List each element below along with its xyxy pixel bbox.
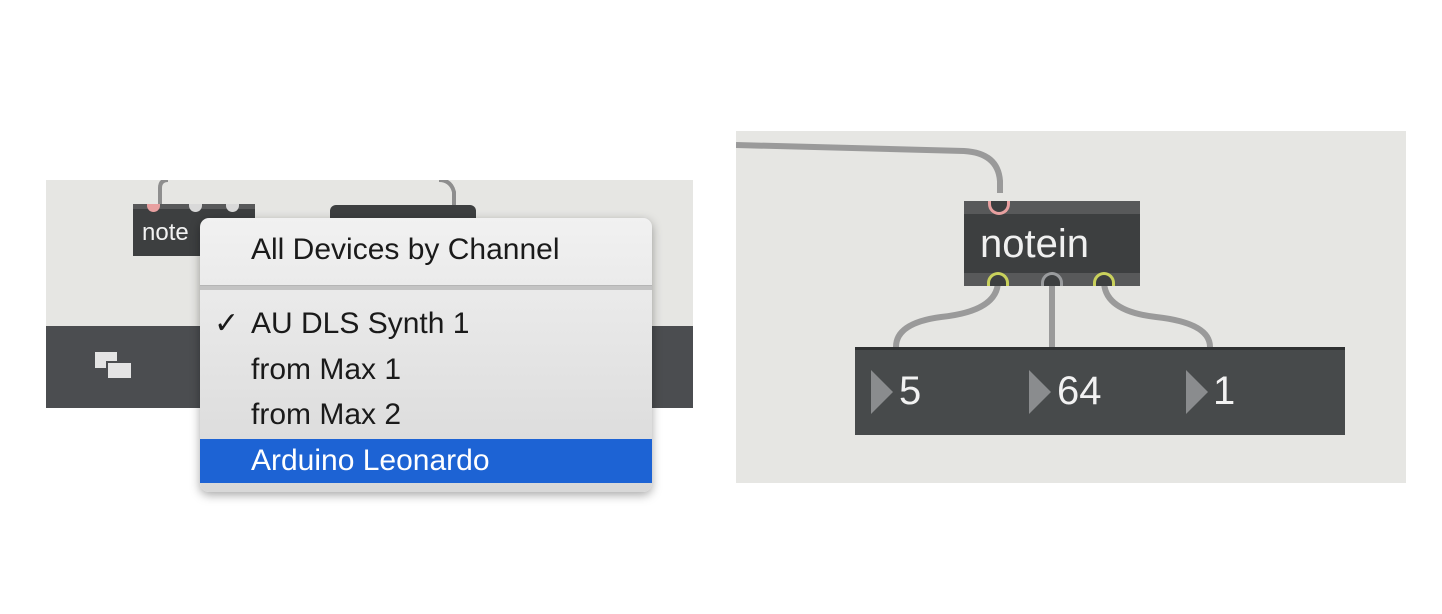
outlet-port-pitch[interactable] [987, 272, 1009, 286]
number-boxes: 5 64 1 [855, 347, 1345, 435]
menu-item-from-max-1[interactable]: from Max 1 [200, 348, 652, 392]
menu-item-label: All Devices by Channel [251, 233, 560, 266]
inlet-port[interactable] [147, 204, 160, 212]
outlet-port-channel[interactable] [1093, 272, 1115, 286]
outlet-port-velocity[interactable] [1041, 272, 1063, 286]
menu-separator [200, 285, 652, 290]
outlet-port[interactable] [189, 204, 202, 212]
object-text: notein [980, 222, 1089, 266]
number-box-arrow-icon [1186, 370, 1208, 414]
menu-item-au-dls-synth[interactable]: ✓ AU DLS Synth 1 [200, 302, 652, 346]
menu-item-label: Arduino Leonardo [251, 444, 490, 477]
presentation-mode-icon[interactable] [93, 350, 135, 384]
menu-item-label: from Max 2 [251, 398, 402, 431]
menu-item-label: AU DLS Synth 1 [251, 307, 470, 340]
notein-object[interactable]: notein [964, 201, 1140, 286]
menu-item-all-devices[interactable]: All Devices by Channel [200, 228, 652, 272]
menu-item-label: from Max 1 [251, 353, 402, 386]
number-box-arrow-icon [871, 370, 893, 414]
number-box-velocity[interactable]: 64 [1057, 368, 1102, 414]
midi-device-dropdown-menu[interactable]: All Devices by Channel ✓ AU DLS Synth 1 … [200, 218, 652, 492]
outlet-port[interactable] [226, 204, 239, 212]
number-box-pitch[interactable]: 5 [899, 368, 921, 414]
right-patcher-window: notein 5 64 1 [736, 131, 1406, 483]
number-box-channel[interactable]: 1 [1213, 368, 1235, 414]
object-text: note [142, 219, 189, 246]
inlet-port[interactable] [988, 201, 1010, 215]
checkmark-icon: ✓ [214, 306, 240, 341]
number-box-arrow-icon [1029, 370, 1051, 414]
menu-item-arduino-leonardo[interactable]: Arduino Leonardo [200, 439, 652, 483]
menu-item-from-max-2[interactable]: from Max 2 [200, 393, 652, 437]
